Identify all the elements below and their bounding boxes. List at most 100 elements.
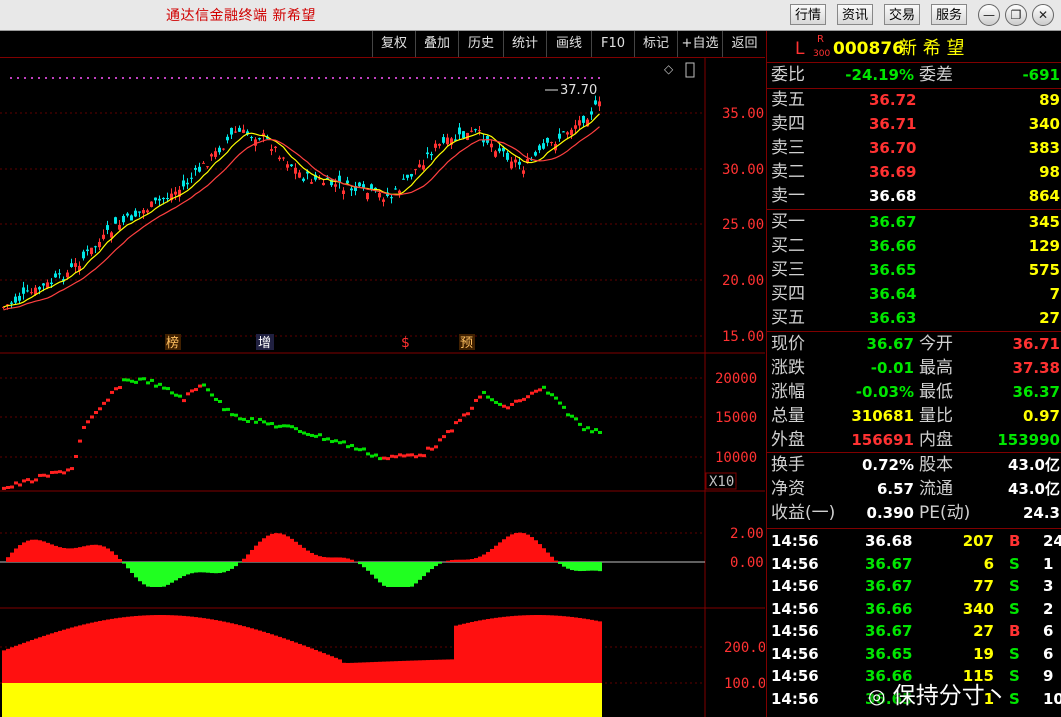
volume-segment [486, 395, 490, 399]
osc1-bar [274, 533, 278, 562]
ratio-value: -24.19% [845, 66, 914, 84]
candle-body [126, 213, 129, 216]
ask-volume: 864 [1028, 187, 1060, 205]
osc1-bar [294, 541, 298, 562]
osc2-bar-yellow [174, 683, 178, 717]
collapse-diamond-icon[interactable]: ◇ [664, 62, 674, 76]
osc1-bar [258, 541, 262, 562]
osc1-bar [162, 562, 166, 587]
osc2-bar-yellow [122, 683, 126, 717]
chart-area[interactable]: 35.00 30.00 25.00 20.00 15.00 20000 1500… [0, 57, 765, 717]
osc1-bar [330, 557, 334, 562]
volume-segment [134, 380, 138, 384]
adjust-button[interactable]: 复权 [372, 31, 415, 57]
tick-price: 36.67 [865, 622, 913, 640]
osc2-bar-yellow [54, 683, 58, 717]
back-button[interactable]: 返回 [722, 31, 766, 57]
osc2-bar-yellow [102, 683, 106, 717]
osc2-bar-yellow [298, 683, 302, 717]
osc1-bar [418, 562, 422, 580]
osc2-bar-yellow [114, 683, 118, 717]
trade-button[interactable]: 交易 [884, 4, 921, 25]
candle-body [270, 149, 273, 151]
osc1-bar [182, 562, 186, 577]
add-watchlist-button[interactable]: +自选 [677, 31, 722, 57]
service-button[interactable]: 服务 [931, 4, 968, 25]
osc1-bar [386, 562, 390, 587]
tick-flag: S [1009, 644, 1020, 663]
osc1-bar [70, 548, 74, 562]
osc1-bar [286, 536, 290, 562]
osc2-bar-yellow [14, 683, 18, 717]
news-button[interactable]: 资讯 [837, 4, 874, 25]
osc2-bar-yellow [186, 683, 190, 717]
osc1-bar [34, 539, 38, 562]
volume-segment [378, 457, 382, 461]
index-flag: 300 [813, 49, 831, 59]
volume-segment [298, 430, 302, 434]
f10-button[interactable]: F10 [591, 31, 634, 57]
market-button[interactable]: 行情 [790, 4, 827, 25]
bid-volume: 345 [1028, 213, 1060, 231]
volume-segment [346, 445, 350, 449]
volume-segment [206, 388, 210, 392]
overlay-button[interactable]: 叠加 [415, 31, 458, 57]
candle-body [418, 164, 421, 168]
volume-segment [558, 401, 562, 405]
osc1-bar [510, 534, 514, 562]
stats-button[interactable]: 统计 [503, 31, 546, 57]
stock-code: 000876 [833, 39, 904, 59]
candle-body [130, 215, 133, 221]
quote-value: -0.03% [855, 383, 914, 401]
osc1-bar [90, 544, 94, 562]
osc1-bar [522, 533, 526, 562]
osc2-bar-yellow [254, 683, 258, 717]
osc2-bar-yellow [310, 683, 314, 717]
event-tag-forecast[interactable]: 预 [460, 336, 473, 351]
candle-body [498, 148, 501, 152]
osc1-bar [430, 562, 434, 570]
osc1-bar [50, 544, 54, 562]
quote-row: 总量 310681 量比 0.97 [767, 405, 1061, 427]
osc1-bar [142, 562, 146, 585]
osc1-bar [282, 534, 286, 562]
draw-button[interactable]: 画线 [546, 31, 591, 57]
osc2-bar-yellow [350, 683, 354, 717]
scroll-handle-icon[interactable] [685, 62, 695, 78]
osc2-bar-yellow [162, 683, 166, 717]
history-button[interactable]: 历史 [458, 31, 503, 57]
osc2-bar-yellow [414, 683, 418, 717]
osc1-bar [438, 562, 442, 564]
quote-row: 涨跌 -0.01 最高 37.38 [767, 357, 1061, 379]
fund-value: 0.72% [861, 456, 914, 474]
osc1-bar [238, 562, 242, 563]
event-tag-increase[interactable]: 增 [258, 336, 271, 351]
osc1-bar [146, 562, 150, 587]
osc1-bar [394, 562, 398, 587]
osc1-bar [10, 552, 14, 562]
event-tag-dividend[interactable]: $ [401, 335, 410, 351]
osc2-bar-yellow [546, 683, 550, 717]
volume-segment [474, 398, 478, 402]
osc2-bar-yellow [338, 683, 342, 717]
candle-body [462, 131, 465, 139]
candle-body [538, 145, 541, 151]
ma-long-line [3, 126, 600, 311]
minimize-icon[interactable]: — [978, 4, 1000, 26]
osc2-bar-yellow [570, 683, 574, 717]
event-tag-rank[interactable]: 榜 [166, 335, 179, 351]
osc1-bar [130, 562, 134, 574]
kline-chart[interactable]: 35.00 30.00 25.00 20.00 15.00 20000 1500… [0, 57, 765, 717]
osc2-bar-yellow [222, 683, 226, 717]
fund-label: 流通 [919, 479, 953, 499]
close-icon[interactable]: ✕ [1032, 4, 1054, 26]
osc1-bar [402, 562, 406, 587]
candle-body [106, 225, 109, 230]
osc2-bar-yellow [534, 683, 538, 717]
mark-button[interactable]: 标记 [634, 31, 677, 57]
osc1-bar [574, 562, 578, 571]
volume-segment [162, 386, 166, 390]
tick-flag: S [1009, 689, 1020, 708]
restore-icon[interactable]: ❐ [1005, 4, 1027, 26]
tick-flag: S [1009, 667, 1020, 685]
